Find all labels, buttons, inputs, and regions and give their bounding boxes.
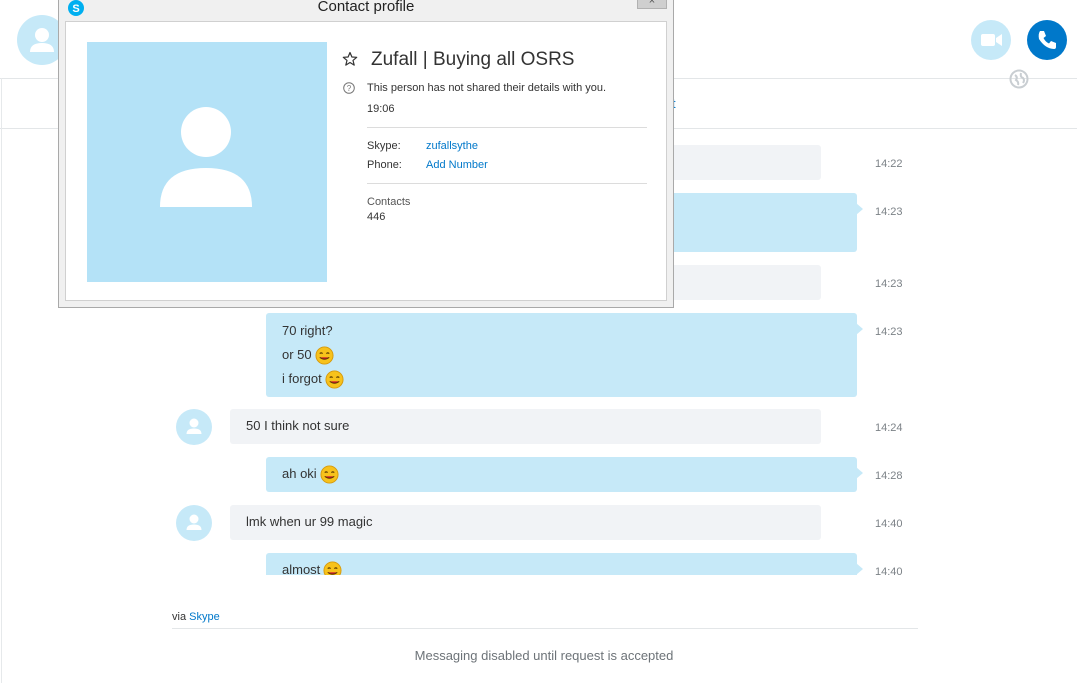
skype-id-link[interactable]: zufallsythe xyxy=(426,140,478,152)
local-time: 19:06 xyxy=(367,103,395,115)
message-time: 14:24 xyxy=(875,422,903,434)
question-icon: ? xyxy=(343,82,355,94)
phone-label: Phone: xyxy=(367,159,402,171)
audio-call-button[interactable] xyxy=(1027,20,1067,60)
profile-photo xyxy=(87,42,327,282)
message-time: 14:23 xyxy=(875,206,903,218)
contact-profile-dialog: S Contact profile × Zufall | Buying all … xyxy=(58,0,674,308)
message-bubble-outgoing[interactable]: ah oki xyxy=(266,457,863,492)
message-time: 14:40 xyxy=(875,518,903,530)
profile-panel: Zufall | Buying all OSRS ? This person h… xyxy=(65,21,667,301)
message-time: 14:23 xyxy=(875,278,903,290)
contacts-count: 446 xyxy=(367,211,386,223)
message-line: lmk when ur 99 magic xyxy=(246,514,373,529)
message-line: 70 right? xyxy=(282,323,333,338)
star-icon[interactable] xyxy=(342,51,358,67)
contacts-label: Contacts xyxy=(367,196,411,208)
emoji-icon xyxy=(325,369,344,389)
message-time: 14:22 xyxy=(875,158,903,170)
add-number-link[interactable]: Add Number xyxy=(426,159,488,171)
globe-icon[interactable] xyxy=(1009,69,1029,89)
message-line: or 50 xyxy=(282,343,841,367)
message-bubble-incoming[interactable]: 50 I think not sure xyxy=(230,409,821,444)
message-line: 50 I think not sure xyxy=(246,418,350,433)
contact-name: Zufall | Buying all OSRS xyxy=(371,49,575,70)
divider xyxy=(367,183,647,184)
person-icon xyxy=(160,107,252,207)
message-bubble-incoming[interactable]: lmk when ur 99 magic xyxy=(230,505,821,540)
messaging-disabled-notice: Messaging disabled until request is acce… xyxy=(414,648,674,663)
via-prefix: via xyxy=(172,611,187,623)
via-skype-link[interactable]: Skype xyxy=(189,611,220,623)
contact-avatar[interactable] xyxy=(176,505,212,541)
person-icon xyxy=(186,418,202,434)
message-bubble-outgoing[interactable]: 70 right? or 50 i forgot xyxy=(266,313,863,397)
message-line: ah oki xyxy=(282,462,841,486)
dialog-title: Contact profile xyxy=(317,0,415,15)
message-time: 14:40 xyxy=(875,566,903,575)
person-icon xyxy=(186,514,202,530)
contact-avatar[interactable] xyxy=(176,409,212,445)
svg-text:?: ? xyxy=(347,84,352,93)
close-icon: × xyxy=(648,0,656,7)
message-line: i forgot xyxy=(282,367,841,391)
privacy-note: This person has not shared their details… xyxy=(367,82,607,94)
emoji-icon xyxy=(323,560,342,575)
video-call-button[interactable] xyxy=(971,20,1011,60)
footer-divider xyxy=(172,628,918,629)
video-icon xyxy=(981,34,1002,46)
message-time: 14:28 xyxy=(875,470,903,482)
close-button[interactable]: × xyxy=(637,0,667,9)
skype-label: Skype: xyxy=(367,140,401,152)
message-time: 14:23 xyxy=(875,326,903,338)
message-line: almost xyxy=(282,558,841,575)
phone-icon xyxy=(1038,31,1056,49)
via-label: via Skype xyxy=(172,611,220,623)
emoji-icon xyxy=(320,464,339,484)
message-bubble-outgoing[interactable]: almost xyxy=(266,553,863,575)
emoji-icon xyxy=(315,345,334,365)
divider xyxy=(367,127,647,128)
